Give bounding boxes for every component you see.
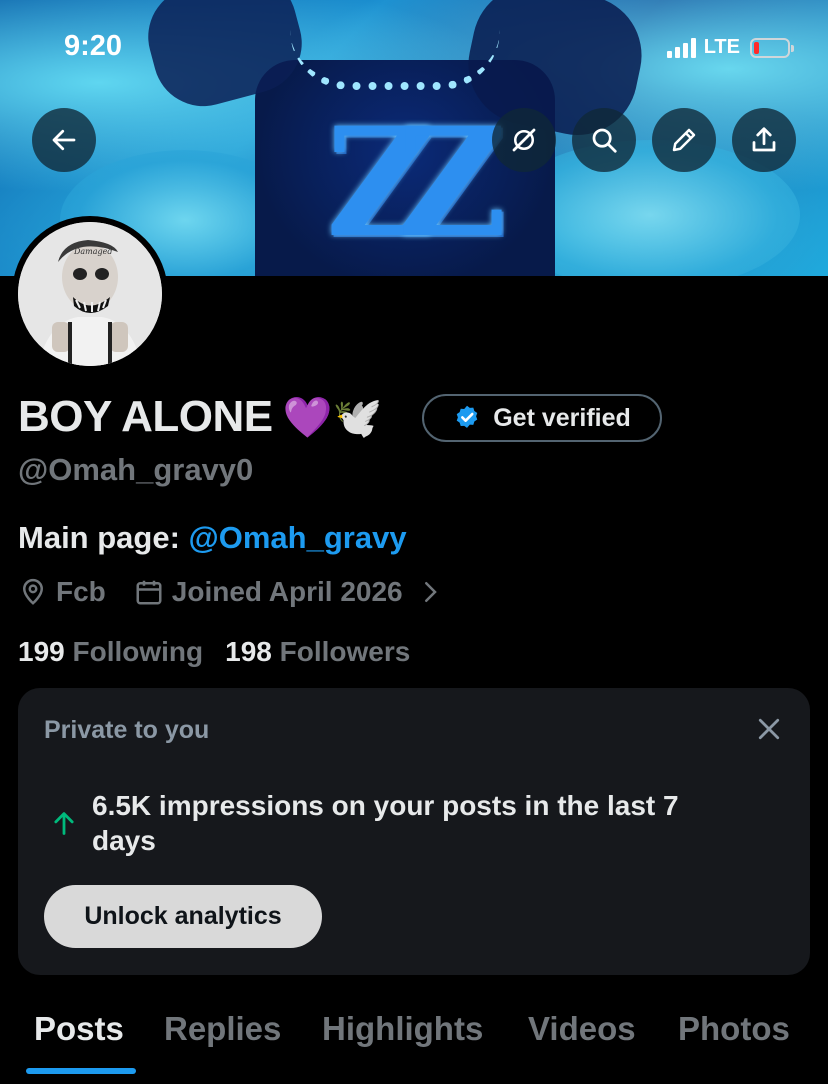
signal-icon: [666, 37, 696, 58]
location-pin-icon: [22, 578, 44, 605]
share-button[interactable]: [732, 108, 796, 172]
banner-pendant: ZZ: [326, 95, 507, 271]
avatar-image: Damaged: [18, 222, 162, 366]
active-tab-indicator: [26, 1068, 136, 1074]
following-label: Following: [72, 636, 204, 667]
handle: @Omah_gravy0: [18, 452, 254, 487]
share-icon: [752, 127, 776, 152]
card-title: Private to you: [44, 716, 210, 744]
location-text: Fcb: [56, 576, 106, 607]
chevron-right-icon[interactable]: [415, 577, 445, 607]
location: Fcb: [18, 576, 106, 608]
grok-button[interactable]: [492, 108, 556, 172]
search-button[interactable]: [572, 108, 636, 172]
battery-icon: [750, 37, 794, 58]
private-analytics-card: Private to you 6.5K impressions on your …: [18, 688, 810, 975]
name-emojis: 💜🕊️: [282, 394, 383, 441]
bio: Main page: @Omah_gravy: [18, 520, 407, 556]
back-button[interactable]: [32, 108, 96, 172]
pencil-icon: [672, 128, 696, 152]
network-type: LTE: [703, 36, 740, 58]
bio-text: Main page:: [18, 520, 189, 555]
followers-count: 198: [225, 636, 272, 667]
profile-tabs: Posts Replies Highlights Videos Photos: [0, 1000, 828, 1084]
tab-photos[interactable]: Photos: [678, 1010, 790, 1048]
banner-chain: [290, 30, 500, 90]
calendar-icon: [136, 580, 162, 605]
close-icon[interactable]: [754, 714, 784, 744]
name-row: BOY ALONE 💜🕊️: [18, 392, 382, 442]
edit-button[interactable]: [652, 108, 716, 172]
followers-link[interactable]: 198 Followers: [225, 636, 410, 668]
get-verified-label: Get verified: [493, 403, 631, 432]
svg-text:Damaged: Damaged: [73, 247, 113, 256]
trend-up-icon: [54, 812, 74, 835]
grok-icon: [512, 128, 536, 152]
follow-stats: 199 Following 198 Followers: [18, 636, 410, 668]
followers-label: Followers: [279, 636, 411, 667]
unlock-analytics-button[interactable]: Unlock analytics: [44, 885, 322, 948]
display-name: BOY ALONE: [18, 392, 273, 441]
status-indicators: LTE: [666, 36, 794, 59]
bio-mention-link[interactable]: @Omah_gravy: [189, 520, 407, 555]
joined-date[interactable]: Joined April 2026: [134, 576, 403, 608]
impressions-message: 6.5K impressions on your posts in the la…: [92, 790, 679, 856]
tab-highlights[interactable]: Highlights: [322, 1010, 483, 1048]
following-link[interactable]: 199 Following: [18, 636, 203, 668]
tab-posts[interactable]: Posts: [34, 1010, 124, 1048]
avatar[interactable]: Damaged: [12, 216, 168, 372]
search-icon: [592, 128, 617, 153]
tab-replies[interactable]: Replies: [164, 1010, 281, 1048]
verified-badge-icon: [456, 405, 478, 428]
arrow-left-icon: [52, 129, 76, 151]
tab-videos[interactable]: Videos: [528, 1010, 636, 1048]
joined-text: Joined April 2026: [171, 576, 403, 607]
get-verified-button[interactable]: Get verified: [422, 394, 662, 442]
profile-meta: Fcb Joined April 2026: [18, 576, 445, 608]
following-count: 199: [18, 636, 65, 667]
status-time: 9:20: [64, 30, 123, 62]
